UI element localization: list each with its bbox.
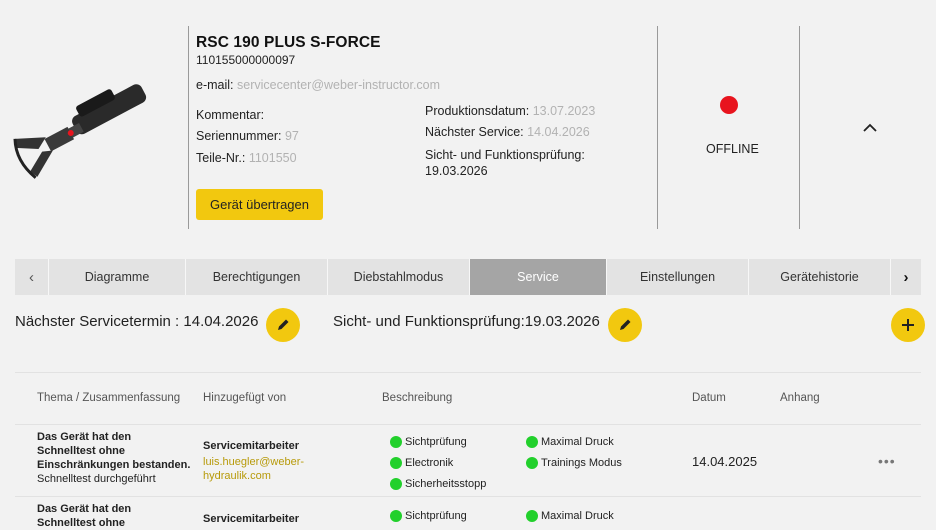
check-ok-icon [390, 436, 402, 448]
hydraulic-cutter-icon [13, 84, 147, 179]
tab-diebstahlmodus[interactable]: Diebstahlmodus [328, 259, 470, 295]
header-attachment: Anhang [780, 392, 820, 404]
email-row: e-mail: servicecenter@weber-instructor.c… [196, 78, 440, 92]
tab-berechtigungen[interactable]: Berechtigungen [186, 259, 328, 295]
check-item: Electronik [390, 457, 453, 469]
tab-service[interactable]: Service [470, 259, 607, 295]
next-service-text: Nächster Servicetermin : 14.04.2026 [15, 313, 259, 330]
inspection-text: Sicht- und Funktionsprüfung:19.03.2026 [333, 313, 600, 330]
row-title-line: Schnelltest ohne [37, 445, 126, 457]
status-indicator [720, 96, 738, 114]
divider [15, 424, 921, 425]
row-more-icon[interactable]: ••• [878, 453, 896, 469]
serial-label: Seriennummer: [196, 129, 282, 143]
row-title-line: Einschränkungen bestanden. [37, 459, 191, 471]
row-added-role: Servicemitarbeiter [203, 513, 299, 525]
production-label: Produktionsdatum: [425, 104, 530, 118]
tab-geraetehistorie[interactable]: Gerätehistorie [749, 259, 891, 295]
check-ok-icon [390, 510, 402, 522]
transfer-device-button[interactable]: Gerät übertragen [196, 189, 323, 220]
email-label: e-mail: [196, 78, 234, 92]
row-title-line: Schnelltest ohne [37, 517, 126, 529]
row-added-role: Servicemitarbeiter [203, 440, 299, 452]
tabs-scroll-left-icon[interactable]: ‹ [15, 259, 49, 295]
serial-value: 97 [284, 129, 299, 143]
tabs-scroll-right-icon[interactable]: › [891, 259, 921, 295]
next-service-value: 14.04.2026 [527, 125, 590, 139]
check-item: Trainings Modus [526, 457, 622, 469]
check-item: Sichtprüfung [390, 510, 467, 522]
header-date: Datum [692, 392, 726, 404]
device-name: RSC 190 PLUS S-FORCE [196, 34, 381, 51]
check-item: Sichtprüfung [390, 436, 467, 448]
header-added-by: Hinzugefügt von [203, 392, 287, 404]
row-title-line: Das Gerät hat den [37, 503, 132, 515]
check-ok-icon [526, 510, 538, 522]
edit-inspection-button[interactable] [608, 308, 642, 342]
inspection-label: Sicht- und Funktionsprüfung: [425, 148, 585, 162]
row-summary: Schnelltest durchgeführt [37, 473, 156, 485]
production-value: 13.07.2023 [532, 104, 596, 118]
serial-row: Seriennummer: 97 [196, 129, 299, 143]
parts-label: Teile-Nr.: [196, 151, 246, 165]
check-ok-icon [526, 457, 538, 469]
edit-next-service-button[interactable] [266, 308, 300, 342]
collapse-chevron-up-icon[interactable] [859, 117, 881, 139]
device-number: 110155000000097 [196, 53, 296, 67]
add-service-button[interactable] [891, 308, 925, 342]
check-item: Maximal Druck [526, 436, 614, 448]
check-ok-icon [390, 457, 402, 469]
plus-icon [902, 319, 914, 331]
device-image [7, 7, 187, 252]
pencil-icon [278, 319, 289, 330]
tab-einstellungen[interactable]: Einstellungen [607, 259, 749, 295]
parts-row: Teile-Nr.: 1101550 [196, 151, 297, 165]
row-added-email[interactable]: luis.huegler@weber- [203, 455, 304, 469]
divider [657, 26, 658, 229]
check-ok-icon [526, 436, 538, 448]
email-value: servicecenter@weber-instructor.com [237, 78, 441, 92]
row-added-email[interactable]: hydraulik.com [203, 469, 271, 483]
row-date: 14.04.2025 [692, 454, 758, 469]
divider [799, 26, 800, 229]
production-row: Produktionsdatum: 13.07.2023 [425, 104, 595, 118]
tab-diagramme[interactable]: Diagramme [49, 259, 186, 295]
check-item: Sicherheitsstopp [390, 478, 486, 490]
divider [15, 496, 921, 497]
tab-bar: ‹ Diagramme Berechtigungen Diebstahlmodu… [15, 259, 921, 295]
header-topic: Thema / Zusammenfassung [37, 392, 181, 404]
status-text: OFFLINE [706, 142, 759, 156]
row-title-line: Das Gerät hat den [37, 431, 132, 443]
divider [188, 26, 189, 229]
next-service-label: Nächster Service: [425, 125, 524, 139]
check-item: Maximal Druck [526, 510, 614, 522]
next-service-row: Nächster Service: 14.04.2026 [425, 125, 590, 139]
divider [15, 372, 921, 373]
comment-label: Kommentar: [196, 108, 265, 122]
header-description: Beschreibung [382, 392, 453, 404]
inspection-value: 19.03.2026 [425, 164, 488, 178]
pencil-icon [620, 319, 631, 330]
parts-value: 1101550 [248, 151, 297, 165]
check-ok-icon [390, 478, 402, 490]
